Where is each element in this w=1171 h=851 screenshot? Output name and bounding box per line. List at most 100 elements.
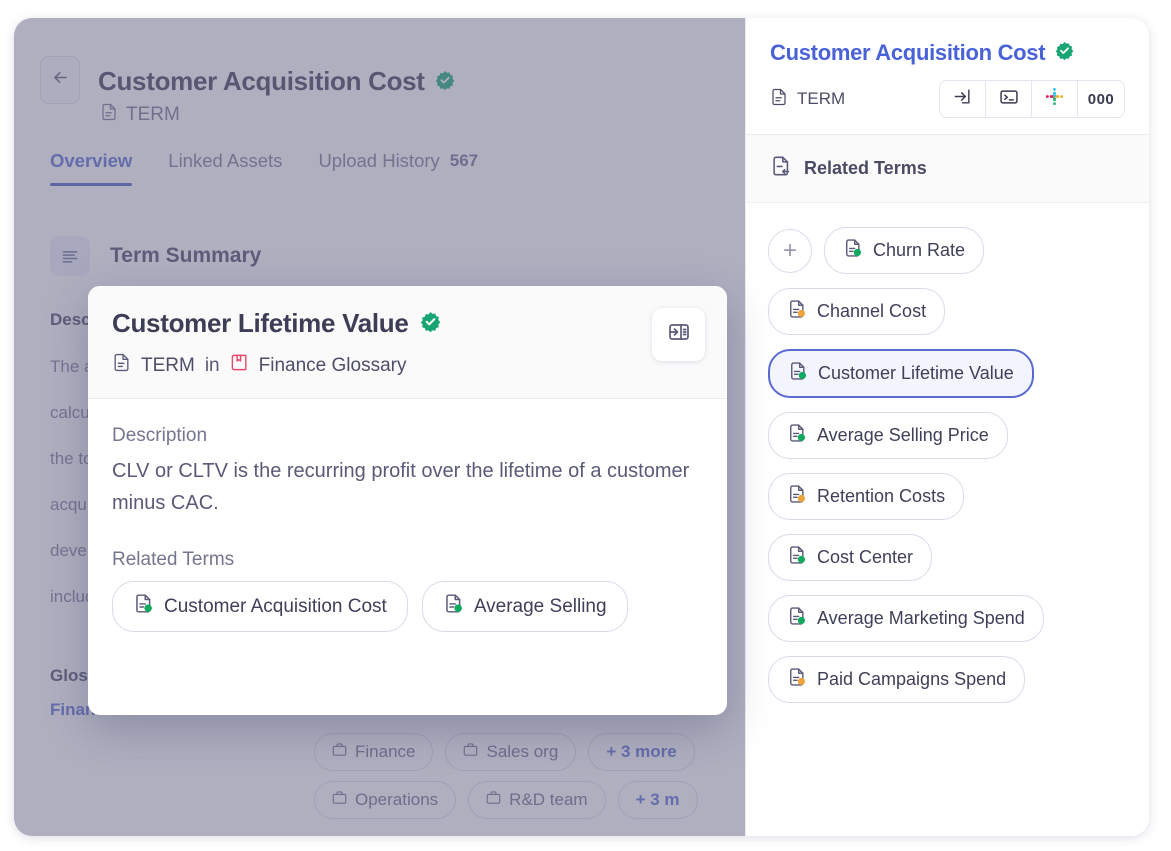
term-status-icon bbox=[787, 606, 807, 631]
popup-related-chip[interactable]: Customer Acquisition Cost bbox=[112, 581, 408, 632]
popup-description-text: CLV or CLTV is the recurring profit over… bbox=[112, 460, 690, 514]
side-panel-header: Customer Acquisition Cost TERM 000 bbox=[746, 18, 1149, 135]
open-in-panel-icon bbox=[667, 320, 691, 349]
popup-related-chip[interactable]: Average Selling bbox=[421, 581, 628, 632]
related-terms-chip-area: + Churn Rate Channel Cost Customer Lifet… bbox=[746, 203, 1149, 741]
more-options-icon: 000 bbox=[1087, 90, 1115, 108]
domain-chip[interactable]: Finance bbox=[314, 733, 434, 771]
verified-badge-icon bbox=[420, 308, 441, 339]
popup-related-chip-label: Customer Acquisition Cost bbox=[164, 595, 387, 617]
related-terms-section-title: Related Terms bbox=[804, 158, 927, 178]
related-term-chip-channel-cost[interactable]: Channel Cost bbox=[768, 288, 946, 335]
related-terms-section-header: Related Terms bbox=[746, 135, 1149, 203]
term-status-icon bbox=[443, 593, 464, 620]
popup-title-text: Customer Lifetime Value bbox=[112, 308, 409, 338]
tab-linked-assets-label: Linked Assets bbox=[168, 150, 283, 171]
term-status-icon bbox=[787, 667, 807, 692]
popup-body: Description CLV or CLTV is the recurring… bbox=[88, 399, 727, 632]
domain-chip-label: R&D team bbox=[509, 790, 588, 809]
domain-chip-more[interactable]: + 3 more bbox=[588, 733, 695, 771]
related-term-chip-label: Average Marketing Spend bbox=[817, 608, 1025, 628]
term-status-icon bbox=[843, 238, 863, 263]
side-panel-action-group: 000 bbox=[939, 80, 1125, 118]
terminal-button[interactable] bbox=[986, 81, 1032, 117]
term-status-icon bbox=[787, 484, 807, 509]
document-icon bbox=[100, 103, 118, 127]
tab-overview[interactable]: Overview bbox=[50, 150, 133, 186]
domain-chip-label: Sales org bbox=[486, 742, 559, 761]
document-icon bbox=[770, 88, 788, 111]
more-options-button[interactable]: 000 bbox=[1078, 81, 1124, 117]
popup-description-label: Description bbox=[112, 425, 208, 446]
domain-chip-group: Finance Sales org + 3 more Operations R&… bbox=[314, 733, 744, 819]
tab-upload-history[interactable]: Upload History 567 bbox=[318, 150, 478, 186]
popup-meta: TERM in Finance Glossary bbox=[112, 353, 703, 378]
briefcase-icon bbox=[463, 742, 478, 762]
page-subtype-text: TERM bbox=[126, 104, 180, 125]
glossary-book-icon bbox=[230, 353, 249, 378]
app-window: Customer Acquisition Cost TERM Overview bbox=[14, 18, 1149, 836]
related-term-chip-average-selling-price[interactable]: Average Selling Price bbox=[768, 412, 1008, 459]
related-term-chip-customer-lifetime-value[interactable]: Customer Lifetime Value bbox=[768, 349, 1034, 398]
domain-chip[interactable]: Sales org bbox=[445, 733, 577, 771]
domain-chip-more-label: + 3 m bbox=[635, 790, 680, 809]
page-title-text: Customer Acquisition Cost bbox=[98, 66, 425, 96]
popup-expand-button[interactable] bbox=[652, 308, 705, 361]
term-summary-header: Term Summary bbox=[50, 236, 261, 276]
domain-chip-more-label: + 3 more bbox=[606, 742, 677, 761]
term-status-icon bbox=[787, 299, 807, 324]
related-term-chip-label: Paid Campaigns Spend bbox=[817, 669, 1007, 689]
related-term-chip-paid-campaigns-spend[interactable]: Paid Campaigns Spend bbox=[768, 656, 1026, 703]
related-term-chip-label: Average Selling Price bbox=[817, 425, 989, 445]
tab-upload-history-count: 567 bbox=[449, 151, 479, 170]
related-term-chip-label: Channel Cost bbox=[817, 301, 927, 321]
side-panel-title-text: Customer Acquisition Cost bbox=[770, 40, 1046, 65]
term-preview-popup: Customer Lifetime Value TERM in Finance … bbox=[88, 286, 727, 715]
related-term-chip-churn-rate[interactable]: Churn Rate bbox=[824, 227, 985, 274]
domain-chip-more[interactable]: + 3 m bbox=[617, 781, 698, 819]
popup-glossary-name[interactable]: Finance Glossary bbox=[259, 355, 407, 377]
term-status-icon bbox=[133, 593, 154, 620]
side-panel-meta-row: TERM 000 bbox=[770, 80, 1125, 118]
briefcase-icon bbox=[332, 742, 347, 762]
domain-chip[interactable]: R&D team bbox=[468, 781, 606, 819]
tab-upload-history-label: Upload History bbox=[318, 150, 440, 171]
slack-button[interactable] bbox=[1032, 81, 1078, 117]
page-subtype: TERM bbox=[100, 103, 180, 127]
related-term-chip-cost-center[interactable]: Cost Center bbox=[768, 534, 933, 581]
related-term-chip-average-marketing-spend[interactable]: Average Marketing Spend bbox=[768, 595, 1044, 642]
popup-related-chip-group: Customer Acquisition Cost Average Sellin… bbox=[112, 581, 703, 632]
verified-badge-icon bbox=[1055, 40, 1074, 66]
tab-linked-assets[interactable]: Linked Assets bbox=[168, 150, 282, 186]
list-lines-icon bbox=[50, 236, 90, 276]
side-panel-subtype-text: TERM bbox=[797, 89, 846, 108]
related-term-chip-label: Cost Center bbox=[817, 547, 914, 567]
related-terms-icon bbox=[770, 155, 792, 182]
slack-icon bbox=[1045, 87, 1064, 111]
related-term-chip-label: Retention Costs bbox=[817, 486, 946, 506]
related-term-chip-list: Channel Cost Customer Lifetime Value Ave… bbox=[768, 288, 1127, 717]
term-status-icon bbox=[788, 361, 808, 386]
term-status-icon bbox=[787, 545, 807, 570]
popup-related-label: Related Terms bbox=[112, 549, 235, 570]
open-in-panel-button[interactable] bbox=[940, 81, 986, 117]
domain-chip-label: Operations bbox=[355, 790, 439, 809]
tab-bar: Overview Linked Assets Upload History 56… bbox=[50, 150, 478, 186]
related-term-chip-retention-costs[interactable]: Retention Costs bbox=[768, 473, 965, 520]
domain-chip-label: Finance bbox=[355, 742, 416, 761]
side-panel-title: Customer Acquisition Cost bbox=[770, 40, 1125, 66]
open-in-panel-icon bbox=[953, 87, 972, 111]
back-arrow-icon bbox=[51, 68, 70, 92]
tab-overview-label: Overview bbox=[50, 150, 133, 171]
domain-chip[interactable]: Operations bbox=[314, 781, 457, 819]
popup-header: Customer Lifetime Value TERM in Finance … bbox=[88, 286, 727, 399]
add-related-term-button[interactable]: + bbox=[768, 228, 812, 273]
term-summary-title: Term Summary bbox=[110, 244, 262, 267]
back-button[interactable] bbox=[40, 56, 80, 104]
briefcase-icon bbox=[486, 790, 501, 810]
briefcase-icon bbox=[332, 790, 347, 810]
chip-row-first: + Churn Rate bbox=[768, 227, 1127, 274]
plus-icon: + bbox=[782, 236, 797, 264]
popup-related-chip-label: Average Selling bbox=[473, 595, 607, 617]
document-icon bbox=[112, 353, 131, 378]
